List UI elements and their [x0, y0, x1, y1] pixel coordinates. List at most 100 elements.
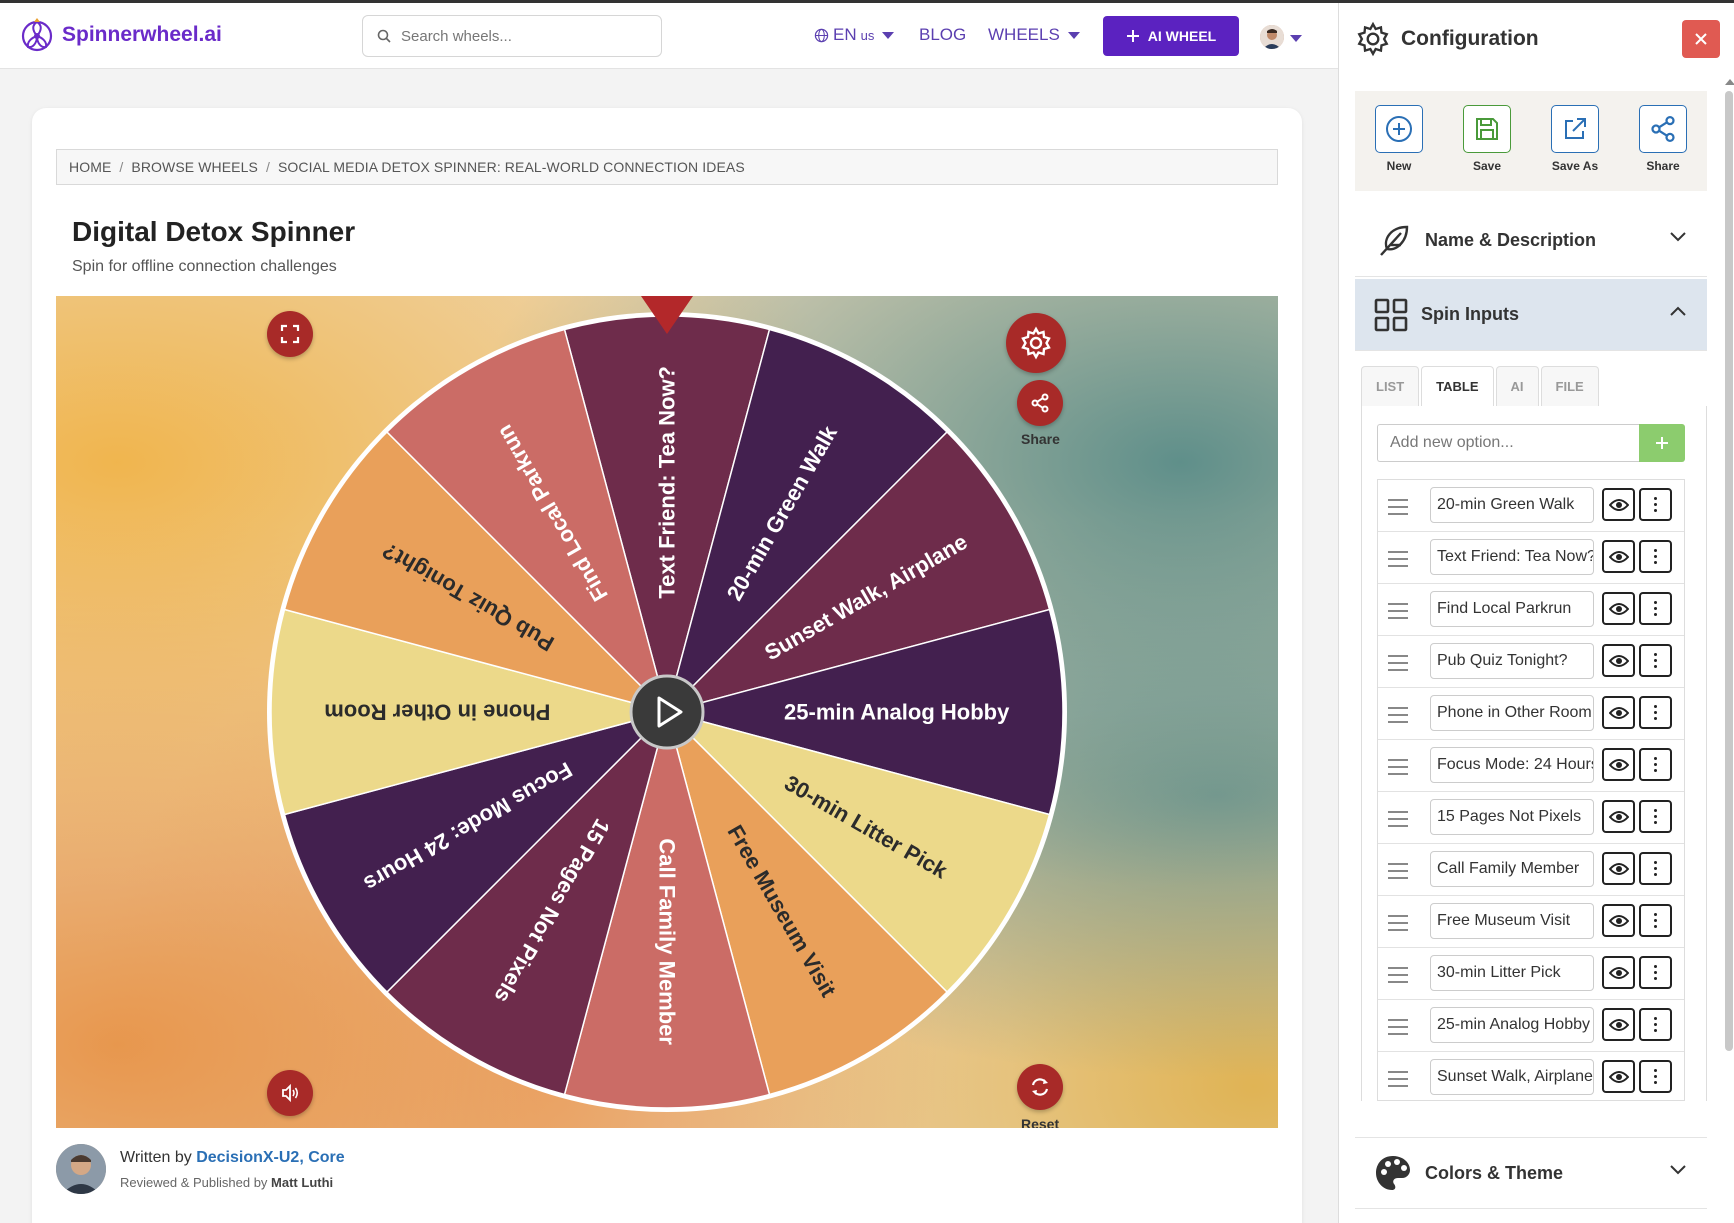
option-input[interactable]	[1430, 851, 1594, 887]
tab-file[interactable]: FILE	[1540, 366, 1599, 406]
close-sidebar-button[interactable]	[1682, 20, 1720, 58]
wheel-segment-label: Phone in Other Room	[324, 700, 550, 725]
section-name-description-label: Name & Description	[1425, 230, 1597, 250]
visibility-toggle-button[interactable]	[1602, 1008, 1635, 1041]
page-subtitle: Spin for offline connection challenges	[72, 258, 337, 275]
row-menu-button[interactable]	[1639, 696, 1672, 729]
option-input[interactable]	[1430, 799, 1594, 835]
row-menu-button[interactable]	[1639, 540, 1672, 573]
search-box[interactable]	[362, 15, 662, 57]
drag-handle-icon[interactable]	[1388, 707, 1408, 728]
sound-toggle-button[interactable]	[267, 1070, 313, 1116]
wheel-settings-button[interactable]	[1006, 313, 1066, 373]
eye-icon	[1608, 758, 1629, 771]
row-menu-button[interactable]	[1639, 1060, 1672, 1093]
section-colors-theme[interactable]: Colors & Theme	[1355, 1137, 1707, 1209]
save-as-button[interactable]: Save As	[1540, 105, 1610, 191]
option-input[interactable]	[1430, 1007, 1594, 1043]
drag-handle-icon[interactable]	[1388, 863, 1408, 884]
tab-table[interactable]: TABLE	[1421, 366, 1494, 406]
user-menu-chevron-icon[interactable]	[1290, 35, 1302, 42]
author-line: Written by DecisionX-U2, Core	[120, 1149, 345, 1167]
visibility-toggle-button[interactable]	[1602, 800, 1635, 833]
language-code: EN	[833, 25, 857, 44]
row-menu-button[interactable]	[1639, 488, 1672, 521]
wheel-logo-icon	[21, 18, 53, 52]
option-input[interactable]	[1430, 487, 1594, 523]
section-spin-inputs[interactable]: Spin Inputs	[1355, 279, 1707, 351]
plus-icon	[1126, 30, 1139, 42]
row-menu-button[interactable]	[1639, 800, 1672, 833]
visibility-toggle-button[interactable]	[1602, 956, 1635, 989]
new-button[interactable]: New	[1364, 105, 1434, 191]
author-link[interactable]: DecisionX-U2, Core	[196, 1149, 344, 1166]
row-menu-button[interactable]	[1639, 904, 1672, 937]
visibility-toggle-button[interactable]	[1602, 852, 1635, 885]
user-avatar[interactable]	[1260, 25, 1284, 49]
site-header: Spinnerwheel.ai EN us BLOG WHEELS AI WHE…	[0, 3, 1338, 69]
nav-blog[interactable]: BLOG	[919, 25, 966, 45]
option-input[interactable]	[1430, 1059, 1594, 1095]
drag-handle-icon[interactable]	[1388, 1071, 1408, 1092]
visibility-toggle-button[interactable]	[1602, 696, 1635, 729]
option-input[interactable]	[1430, 955, 1594, 991]
visibility-toggle-button[interactable]	[1602, 748, 1635, 781]
visibility-toggle-button[interactable]	[1602, 904, 1635, 937]
language-selector[interactable]: EN us	[814, 25, 895, 45]
share-wheel-button[interactable]	[1017, 380, 1063, 426]
visibility-toggle-button[interactable]	[1602, 644, 1635, 677]
spinner-wheel[interactable]: Text Friend: Tea Now? 20-min Green WalkSu…	[56, 296, 1278, 1128]
search-input[interactable]	[401, 27, 641, 45]
drag-handle-icon[interactable]	[1388, 915, 1408, 936]
option-input[interactable]	[1430, 747, 1594, 783]
option-input[interactable]	[1430, 539, 1594, 575]
ai-wheel-button[interactable]: AI WHEEL	[1103, 16, 1239, 56]
options-table	[1377, 479, 1685, 1101]
add-option-input[interactable]	[1377, 424, 1639, 462]
brand-logo[interactable]: Spinnerwheel.ai	[20, 18, 222, 52]
visibility-toggle-button[interactable]	[1602, 1060, 1635, 1093]
option-row	[1378, 636, 1684, 688]
option-input[interactable]	[1430, 591, 1594, 627]
drag-handle-icon[interactable]	[1388, 655, 1408, 676]
drag-handle-icon[interactable]	[1388, 1019, 1408, 1040]
scroll-up-arrow[interactable]	[1725, 79, 1734, 85]
breadcrumb-home[interactable]: HOME	[69, 159, 111, 175]
option-input[interactable]	[1430, 903, 1594, 939]
tab-ai[interactable]: AI	[1495, 366, 1539, 406]
spin-button[interactable]	[629, 674, 705, 750]
save-button[interactable]: Save	[1452, 105, 1522, 191]
refresh-icon	[1031, 1078, 1049, 1096]
row-menu-button[interactable]	[1639, 592, 1672, 625]
row-menu-button[interactable]	[1639, 644, 1672, 677]
reset-button[interactable]	[1017, 1064, 1063, 1110]
visibility-toggle-button[interactable]	[1602, 540, 1635, 573]
wheel-segment-label: 25-min Analog Hobby	[784, 700, 1010, 725]
drag-handle-icon[interactable]	[1388, 967, 1408, 988]
visibility-toggle-button[interactable]	[1602, 488, 1635, 521]
share-icon	[1651, 115, 1675, 143]
sidebar-scrollbar[interactable]	[1725, 91, 1733, 1051]
row-menu-button[interactable]	[1639, 852, 1672, 885]
option-input[interactable]	[1430, 695, 1594, 731]
drag-handle-icon[interactable]	[1388, 759, 1408, 780]
row-menu-button[interactable]	[1639, 956, 1672, 989]
breadcrumb-browse[interactable]: BROWSE WHEELS	[131, 159, 258, 175]
fullscreen-button[interactable]	[267, 311, 313, 357]
option-input[interactable]	[1430, 643, 1594, 679]
floppy-disk-icon	[1476, 118, 1498, 140]
drag-handle-icon[interactable]	[1388, 551, 1408, 572]
drag-handle-icon[interactable]	[1388, 499, 1408, 520]
share-config-button[interactable]: Share	[1628, 105, 1698, 191]
section-name-description[interactable]: Name & Description	[1355, 205, 1707, 277]
drag-handle-icon[interactable]	[1388, 603, 1408, 624]
add-option-button[interactable]	[1639, 424, 1685, 462]
visibility-toggle-button[interactable]	[1602, 592, 1635, 625]
nav-wheels[interactable]: WHEELS	[988, 25, 1080, 45]
tab-list[interactable]: LIST	[1361, 366, 1420, 406]
eye-icon	[1608, 602, 1629, 615]
row-menu-button[interactable]	[1639, 748, 1672, 781]
reset-label: Reset	[1021, 1116, 1060, 1128]
drag-handle-icon[interactable]	[1388, 811, 1408, 832]
row-menu-button[interactable]	[1639, 1008, 1672, 1041]
